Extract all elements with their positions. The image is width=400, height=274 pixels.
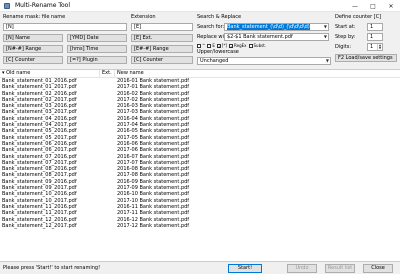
name-range-button[interactable]: [N#-#] Range <box>3 45 63 53</box>
search-options: ^ E ✓ [*] ✓ RegEx Subst. <box>197 43 331 48</box>
result-list-button[interactable]: Result list <box>325 264 355 273</box>
ext-counter-button[interactable]: [C] Counter <box>131 56 193 64</box>
search-replace-heading: Search & Replace <box>197 14 242 20</box>
file-list-rows: Bank_statement_01_2016.pdf 2016-01 Bank s… <box>0 78 400 229</box>
option-begin-checkbox[interactable]: ^ <box>197 43 205 48</box>
new-name-cell: 2017-12 Bank statement.pdf <box>117 222 190 229</box>
option-regex-checkbox[interactable]: ✓ RegEx <box>229 43 247 48</box>
replace-with-input[interactable]: $2-$1 Bank statement.pdf ▼ <box>224 33 329 41</box>
counter-panel: Define counter [C] Start at: 1 Step by: … <box>335 14 397 68</box>
status-bar: Please press 'Start!' to start renaming!… <box>0 261 400 274</box>
step-by-label: Step by: <box>335 33 356 40</box>
window-controls: — □ ✕ <box>346 0 400 12</box>
new-name-column-header[interactable]: New name <box>115 70 400 77</box>
case-heading: Upper/lowercase <box>197 49 239 55</box>
time-placeholder-button[interactable]: [hms] Time <box>67 45 127 53</box>
ext-range-button[interactable]: [E#-#] Range <box>131 45 193 53</box>
plugin-placeholder-button[interactable]: [=?] Plugin <box>67 56 127 64</box>
close-icon[interactable]: ✕ <box>382 0 400 12</box>
close-button[interactable]: Close <box>363 264 393 273</box>
name-placeholder-button[interactable]: [N] Name <box>3 34 63 42</box>
replace-with-label: Replace with: <box>197 33 231 40</box>
option-subst-checkbox[interactable]: Subst. <box>248 43 266 48</box>
option-end-checkbox[interactable]: E <box>207 43 215 48</box>
file-list: ▾ Old name Ext. New name Bank_statement_… <box>0 69 400 261</box>
start-at-label: Start at: <box>335 23 356 30</box>
extension-heading: Extension <box>131 14 156 20</box>
undo-button[interactable]: Undo <box>287 264 317 273</box>
status-text: Please press 'Start!' to start renaming! <box>3 265 101 271</box>
app-icon <box>4 2 10 9</box>
old-name-column-header[interactable]: ▾ Old name <box>0 70 100 77</box>
start-at-input[interactable]: 1 <box>367 23 383 31</box>
search-replace-panel: Search & Replace Search for: Bank_statem… <box>197 14 331 68</box>
extension-input[interactable]: [E] <box>131 23 193 31</box>
extension-panel: Extension [E] [E] Ext. [E#-#] Range [C] … <box>131 14 193 68</box>
ext-column-header[interactable]: Ext. <box>100 70 115 77</box>
sort-arrow-icon: ▾ <box>2 70 5 76</box>
search-for-label: Search for: <box>197 23 225 30</box>
rename-mask-input[interactable]: [N] <box>3 23 127 31</box>
start-button[interactable]: Start! <box>228 264 262 273</box>
digits-label: Digits: <box>335 43 352 50</box>
title-bar: Multi-Rename Tool — □ ✕ <box>0 0 400 12</box>
option-wildcard-checkbox[interactable]: ✓ [*] <box>216 43 227 48</box>
chevron-down-icon[interactable]: ▼ <box>324 24 327 30</box>
old-name-cell: Bank_statement_12_2017.pdf <box>2 222 77 229</box>
ext-placeholder-button[interactable]: [E] Ext. <box>131 34 193 42</box>
digits-select[interactable]: 1 ▲ ▼ <box>367 43 383 51</box>
counter-heading: Define counter [C] <box>335 14 382 20</box>
rename-mask-panel: Rename mask: file name [N] [N] Name [YMD… <box>3 14 127 68</box>
rename-mask-heading: Rename mask: file name <box>3 14 66 20</box>
counter-placeholder-button[interactable]: [C] Counter <box>3 56 63 64</box>
date-placeholder-button[interactable]: [YMD] Date <box>67 34 127 42</box>
file-list-header: ▾ Old name Ext. New name <box>0 70 400 78</box>
window-title: Multi-Rename Tool <box>15 1 70 9</box>
chevron-down-icon[interactable]: ▼ <box>326 58 329 64</box>
chevron-down-icon[interactable]: ▲ ▼ <box>377 44 382 50</box>
ext-cell <box>100 223 115 229</box>
case-select[interactable]: Unchanged ▼ <box>197 57 331 65</box>
list-item[interactable]: Bank_statement_12_2017.pdf 2017-12 Bank s… <box>0 223 400 229</box>
load-save-settings-button[interactable]: F2 Load/save settings <box>335 54 397 62</box>
chevron-down-icon[interactable]: ▼ <box>324 34 327 40</box>
step-by-input[interactable]: 1 <box>367 33 383 41</box>
search-for-input[interactable]: Bank_statement_(\d\d)_(\d\d\d\d) ▼ <box>224 23 329 31</box>
maximize-icon[interactable]: □ <box>364 0 382 12</box>
minimize-icon[interactable]: — <box>346 0 364 12</box>
